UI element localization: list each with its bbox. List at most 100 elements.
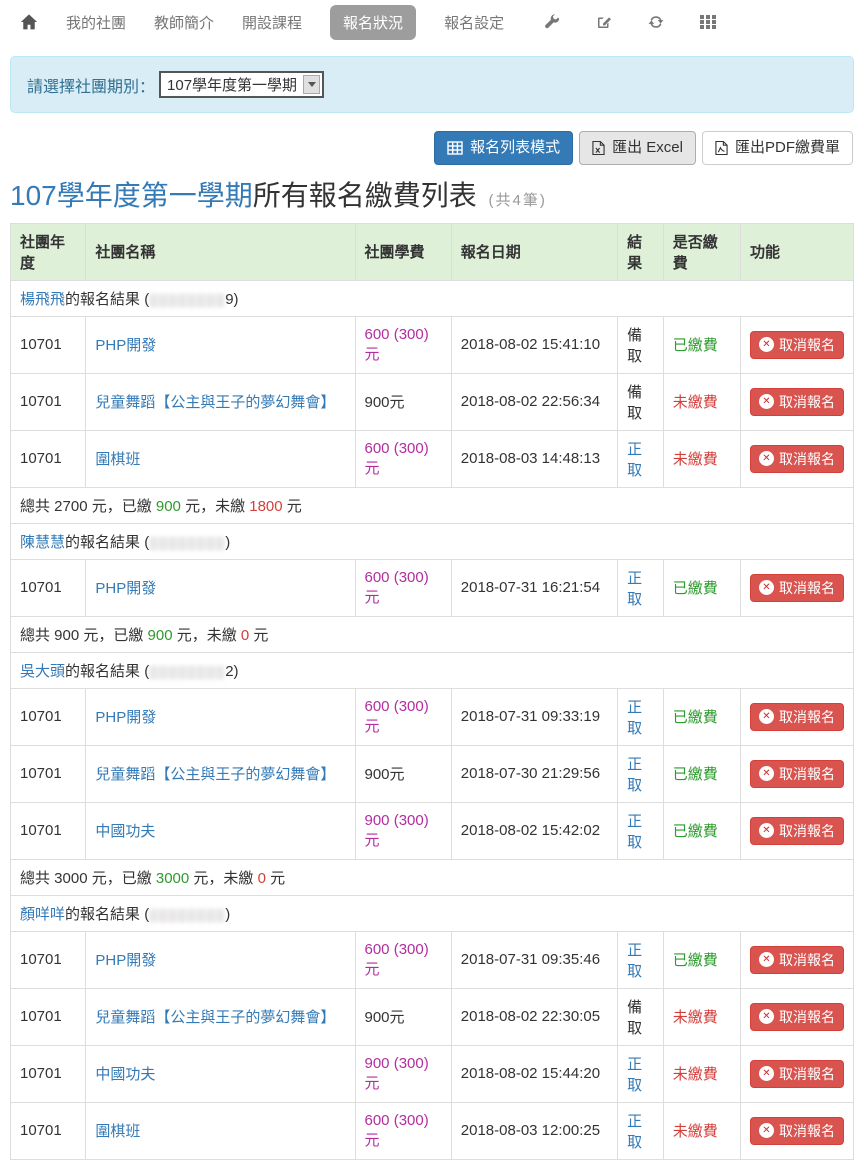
student-name-link[interactable]: 吳大頭 bbox=[20, 663, 65, 680]
cancel-registration-button[interactable]: ✕取消報名 bbox=[750, 946, 844, 974]
nav-item-teacher-intro[interactable]: 教師簡介 bbox=[154, 12, 214, 33]
apps-grid-icon[interactable] bbox=[700, 15, 716, 29]
year-cell: 10701 bbox=[11, 1045, 86, 1102]
action-cell: ✕取消報名 bbox=[740, 316, 853, 373]
year-cell: 10701 bbox=[11, 988, 86, 1045]
fee-cell: 600 (300) 元 bbox=[355, 688, 451, 745]
group-header-row: 顏咩咩的報名結果 (▒▒▒▒▒▒▒▒) bbox=[11, 895, 854, 931]
table-row: 10701圍棋班600 (300) 元2018-08-03 12:00:25正取… bbox=[11, 1102, 854, 1159]
cancel-registration-button[interactable]: ✕取消報名 bbox=[750, 445, 844, 473]
home-icon[interactable] bbox=[20, 13, 38, 31]
paid-status-cell: 未繳費 bbox=[663, 988, 740, 1045]
action-cell: ✕取消報名 bbox=[740, 559, 853, 616]
excel-file-icon bbox=[592, 140, 605, 156]
student-name-link[interactable]: 陳慧慧 bbox=[20, 534, 65, 551]
date-cell: 2018-08-02 15:41:10 bbox=[451, 316, 617, 373]
year-cell: 10701 bbox=[11, 430, 86, 487]
year-cell: 10701 bbox=[11, 802, 86, 859]
result-cell: 備取 bbox=[618, 373, 664, 430]
nav-item-registration-status[interactable]: 報名狀況 bbox=[330, 5, 416, 40]
pdf-file-icon bbox=[715, 140, 728, 156]
cancel-registration-button[interactable]: ✕取消報名 bbox=[750, 703, 844, 731]
column-header-club: 社團名稱 bbox=[86, 223, 355, 280]
year-cell: 10701 bbox=[11, 316, 86, 373]
action-cell: ✕取消報名 bbox=[740, 1102, 853, 1159]
club-link[interactable]: 中國功夫 bbox=[95, 823, 155, 840]
table-row: 10701圍棋班600 (300) 元2018-08-03 14:48:13正取… bbox=[11, 430, 854, 487]
cancel-circle-icon: ✕ bbox=[759, 1123, 774, 1138]
action-cell: ✕取消報名 bbox=[740, 373, 853, 430]
club-link[interactable]: 兒童舞蹈【公主與王子的夢幻舞會】 bbox=[95, 1009, 335, 1026]
action-cell: ✕取消報名 bbox=[740, 688, 853, 745]
date-cell: 2018-08-02 15:42:02 bbox=[451, 802, 617, 859]
table-row: 10701PHP開發600 (300) 元2018-08-02 15:41:10… bbox=[11, 316, 854, 373]
nav-item-open-courses[interactable]: 開設課程 bbox=[242, 12, 302, 33]
fee-cell: 600 (300) 元 bbox=[355, 931, 451, 988]
nav-item-my-clubs[interactable]: 我的社團 bbox=[66, 12, 126, 33]
result-cell: 備取 bbox=[618, 316, 664, 373]
club-link[interactable]: 圍棋班 bbox=[95, 451, 140, 468]
group-suffix: 的報名結果 bbox=[65, 906, 140, 923]
column-header-paid: 是否繳費 bbox=[663, 223, 740, 280]
club-link[interactable]: 圍棋班 bbox=[95, 1123, 140, 1140]
cancel-circle-icon: ✕ bbox=[759, 580, 774, 595]
export-pdf-button[interactable]: 匯出PDF繳費單 bbox=[702, 131, 853, 165]
cancel-registration-button[interactable]: ✕取消報名 bbox=[750, 1117, 844, 1145]
club-link[interactable]: PHP開發 bbox=[95, 337, 156, 354]
page-title: 107學年度第一學期所有報名繳費列表 (共4筆) bbox=[10, 179, 854, 213]
club-link[interactable]: PHP開發 bbox=[95, 709, 156, 726]
filter-label: 請選擇社團期別： bbox=[27, 73, 155, 97]
student-name-link[interactable]: 顏咩咩 bbox=[20, 906, 65, 923]
paid-status-cell: 已繳費 bbox=[663, 745, 740, 802]
fee-cell: 600 (300) 元 bbox=[355, 559, 451, 616]
year-cell: 10701 bbox=[11, 688, 86, 745]
cancel-registration-button[interactable]: ✕取消報名 bbox=[750, 760, 844, 788]
edit-icon[interactable] bbox=[596, 14, 612, 30]
cancel-registration-button[interactable]: ✕取消報名 bbox=[750, 574, 844, 602]
date-cell: 2018-07-30 21:29:56 bbox=[451, 745, 617, 802]
fee-cell: 900 (300) 元 bbox=[355, 1045, 451, 1102]
club-link[interactable]: 兒童舞蹈【公主與王子的夢幻舞會】 bbox=[95, 766, 335, 783]
refresh-icon[interactable] bbox=[648, 14, 664, 30]
title-count: (共4筆) bbox=[489, 192, 547, 209]
year-cell: 10701 bbox=[11, 1102, 86, 1159]
student-id-masked: ▒▒▒▒▒▒▒▒ bbox=[149, 536, 225, 550]
term-select-value: 107學年度第一學期 bbox=[167, 74, 297, 95]
club-link[interactable]: 中國功夫 bbox=[95, 1066, 155, 1083]
student-name-link[interactable]: 楊飛飛 bbox=[20, 291, 65, 308]
club-cell: PHP開發 bbox=[86, 931, 355, 988]
filter-panel: 請選擇社團期別： 107學年度第一學期 bbox=[10, 56, 854, 113]
cancel-registration-button[interactable]: ✕取消報名 bbox=[750, 1003, 844, 1031]
action-cell: ✕取消報名 bbox=[740, 931, 853, 988]
paid-status-cell: 未繳費 bbox=[663, 1102, 740, 1159]
export-excel-button[interactable]: 匯出 Excel bbox=[579, 131, 696, 165]
club-link[interactable]: PHP開發 bbox=[95, 580, 156, 597]
column-header-date: 報名日期 bbox=[451, 223, 617, 280]
fee-cell: 600 (300) 元 bbox=[355, 1102, 451, 1159]
result-cell: 正取 bbox=[618, 430, 664, 487]
table-grid-icon bbox=[447, 141, 463, 155]
table-header-row: 社團年度 社團名稱 社團學費 報名日期 結果 是否繳費 功能 bbox=[11, 223, 854, 280]
column-header-year: 社團年度 bbox=[11, 223, 86, 280]
club-link[interactable]: PHP開發 bbox=[95, 952, 156, 969]
action-cell: ✕取消報名 bbox=[740, 988, 853, 1045]
club-cell: 兒童舞蹈【公主與王子的夢幻舞會】 bbox=[86, 988, 355, 1045]
cancel-registration-button[interactable]: ✕取消報名 bbox=[750, 1060, 844, 1088]
date-cell: 2018-08-03 12:00:25 bbox=[451, 1102, 617, 1159]
table-row: 10701兒童舞蹈【公主與王子的夢幻舞會】900元2018-08-02 22:5… bbox=[11, 373, 854, 430]
nav-item-registration-settings[interactable]: 報名設定 bbox=[444, 12, 504, 33]
cancel-circle-icon: ✕ bbox=[759, 337, 774, 352]
cancel-registration-button[interactable]: ✕取消報名 bbox=[750, 331, 844, 359]
cancel-registration-button[interactable]: ✕取消報名 bbox=[750, 388, 844, 416]
navbar: 我的社團 教師簡介 開設課程 報名狀況 報名設定 bbox=[0, 0, 864, 44]
wrench-icon[interactable] bbox=[544, 14, 560, 30]
summary-row: 總共 900 元，已繳 900 元，未繳 0 元 bbox=[11, 616, 854, 652]
action-cell: ✕取消報名 bbox=[740, 802, 853, 859]
term-select[interactable]: 107學年度第一學期 bbox=[159, 71, 324, 98]
group-header-row: 吳大頭的報名結果 (▒▒▒▒▒▒▒▒2) bbox=[11, 652, 854, 688]
club-link[interactable]: 兒童舞蹈【公主與王子的夢幻舞會】 bbox=[95, 394, 335, 411]
list-mode-button[interactable]: 報名列表模式 bbox=[434, 131, 573, 165]
chevron-down-icon bbox=[303, 75, 320, 94]
cancel-registration-button[interactable]: ✕取消報名 bbox=[750, 817, 844, 845]
summary-row: 總共 2700 元，已繳 900 元，未繳 1800 元 bbox=[11, 487, 854, 523]
